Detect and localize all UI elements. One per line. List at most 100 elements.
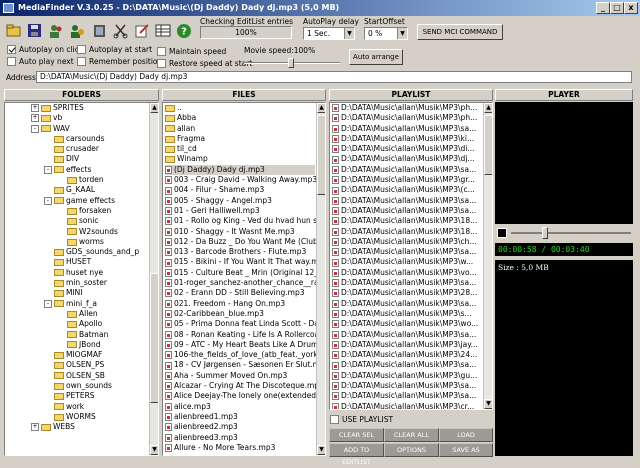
- auto-play-next-checkbox[interactable]: Auto play next: [7, 56, 74, 67]
- playlist-item[interactable]: D:\DATA\Music\allan\Musik\MP3\sa...: [332, 330, 482, 340]
- playlist-item[interactable]: D:\DATA\Music\allan\Musik\MP3\ch...: [332, 237, 482, 247]
- playlist-item[interactable]: D:\DATA\Music\allan\Musik\MP3\sa...: [332, 196, 482, 206]
- folder-item[interactable]: huset nye: [5, 268, 149, 278]
- file-item[interactable]: 18 - CV Jørgensen - Sæsonen Er Slut.mp3: [165, 360, 325, 370]
- folder-item[interactable]: G_KAAL: [5, 185, 149, 195]
- file-item[interactable]: 106-the_fields_of_love_(atb_feat._york)-…: [165, 350, 325, 360]
- playlist-list[interactable]: D:\DATA\Music\allan\Musik\MP3\ph... D:\DA…: [329, 102, 493, 410]
- playlist-item[interactable]: D:\DATA\Music\allan\Musik\MP3\vo...: [332, 268, 482, 278]
- folder-item[interactable]: Batman: [5, 330, 149, 340]
- stop-icon[interactable]: [497, 228, 507, 238]
- playlist-item[interactable]: D:\DATA\Music\allan\Musik\MP3\gu...: [332, 371, 482, 381]
- autoplay-on-click-checkbox[interactable]: Autoplay on click: [7, 44, 83, 55]
- file-item[interactable]: 01 - Geri Halliwell.mp3: [165, 206, 315, 216]
- playlist-item[interactable]: D:\DATA\Music\allan\Musik\MP3\jay...: [332, 340, 482, 350]
- collapse-icon[interactable]: -: [44, 165, 52, 174]
- save-as-button[interactable]: SAVE AS: [439, 443, 493, 457]
- folder-item[interactable]: OLSEN_SB: [5, 371, 149, 381]
- file-item[interactable]: 09 - ATC - My Heart Beats Like A Drum...: [165, 340, 325, 350]
- movie-speed-slider[interactable]: [244, 58, 340, 68]
- folder-item[interactable]: WORMS: [5, 412, 149, 422]
- slider-thumb[interactable]: [541, 227, 548, 239]
- file-item[interactable]: 015 - Bikini - If You Want It That way.m…: [165, 257, 325, 267]
- playlist-item[interactable]: D:\DATA\Music\allan\Musik\MP3\ph...: [332, 113, 482, 123]
- file-item[interactable]: alienbreed3.mp3: [165, 433, 315, 443]
- collapse-icon[interactable]: -: [44, 299, 52, 308]
- folder-item[interactable]: - game effects: [5, 196, 149, 206]
- folder-item[interactable]: JBond: [5, 340, 149, 350]
- folder-item[interactable]: ..: [165, 103, 315, 113]
- folder-item[interactable]: MIOGMAF: [5, 350, 149, 360]
- file-item[interactable]: Allure - No More Tears.mp3: [165, 443, 315, 453]
- folder-item[interactable]: worms: [5, 237, 149, 247]
- expand-icon[interactable]: +: [31, 114, 39, 123]
- file-item[interactable]: 012 - Da Buzz _ Do You Want Me (Club ...: [165, 237, 325, 247]
- expand-icon[interactable]: +: [31, 423, 39, 432]
- expand-icon[interactable]: +: [31, 104, 39, 113]
- slider-thumb[interactable]: [288, 58, 294, 68]
- cut-icon[interactable]: [113, 23, 129, 39]
- folder-item[interactable]: own_sounds: [5, 381, 149, 391]
- file-item[interactable]: 003 - Craig David - Walking Away.mp3: [165, 175, 317, 185]
- scroll-down-icon[interactable]: ▼: [150, 445, 158, 455]
- folder-item[interactable]: HUSET: [5, 257, 149, 267]
- file-item[interactable]: alice.mp3: [165, 402, 315, 412]
- folder-item[interactable]: forsaken: [5, 206, 149, 216]
- use-playlist-checkbox[interactable]: USE PLAYLIST: [330, 414, 393, 425]
- auto-arrange-button[interactable]: Auto arrange: [349, 49, 403, 65]
- scroll-down-icon[interactable]: ▼: [484, 399, 492, 409]
- options-button[interactable]: OPTIONS: [384, 443, 439, 457]
- scroll-thumb[interactable]: [484, 115, 492, 175]
- file-item[interactable]: 05 - Prima Donna feat Linda Scott - Dam.…: [165, 319, 325, 329]
- folder-item[interactable]: crusader: [5, 144, 149, 154]
- playlist-item[interactable]: D:\DATA\Music\allan\Musik\MP3\gr...: [332, 175, 482, 185]
- save-icon[interactable]: [27, 23, 43, 39]
- folder-item[interactable]: Winamp: [165, 154, 315, 164]
- folder-item[interactable]: W2sounds: [5, 227, 149, 237]
- file-item[interactable]: Aha - Summer Moved On.mp3: [165, 371, 315, 381]
- folder-item[interactable]: work: [5, 402, 149, 412]
- folder-open-icon[interactable]: [6, 23, 22, 39]
- file-item[interactable]: 010 - Shaggy - It Wasnt Me.mp3: [165, 227, 315, 237]
- help-icon[interactable]: ?: [176, 23, 192, 39]
- folder-item[interactable]: + WEBS: [5, 422, 149, 432]
- address-input[interactable]: D:\DATA\Music\(Dj Daddy) Dady dj.mp3: [36, 71, 632, 83]
- file-item[interactable]: (Dj Daddy) Dady dj.mp3: [165, 164, 315, 176]
- folder-item[interactable]: MINI: [5, 288, 149, 298]
- folder-item[interactable]: PETERS: [5, 391, 149, 401]
- playlist-item[interactable]: D:\DATA\Music\allan\Musik\MP3\sa...: [332, 381, 482, 391]
- scroll-up-icon[interactable]: ▲: [150, 103, 158, 113]
- scroll-thumb[interactable]: [317, 115, 325, 195]
- restore-speed-checkbox[interactable]: Restore speed at start: [157, 58, 252, 69]
- folder-item[interactable]: allan: [165, 124, 315, 134]
- scroll-up-icon[interactable]: ▲: [317, 103, 325, 113]
- folders-tree[interactable]: + SPRITES + vb - WAV carsounds crusader DIV - effe…: [4, 102, 159, 456]
- scroll-down-icon[interactable]: ▼: [317, 445, 325, 455]
- minimize-button[interactable]: _: [596, 2, 610, 14]
- file-item[interactable]: Alice Deejay-The lonely one(extended ver…: [165, 391, 325, 401]
- folder-item[interactable]: carsounds: [5, 134, 149, 144]
- clear-all-button[interactable]: CLEAR ALL: [384, 428, 439, 442]
- position-slider[interactable]: [495, 226, 633, 241]
- film-icon[interactable]: [92, 23, 108, 39]
- playlist-item[interactable]: D:\DATA\Music\allan\Musik\MP3\w...: [332, 257, 482, 267]
- playlist-scrollbar[interactable]: ▲ ▼: [483, 103, 492, 409]
- playlist-item[interactable]: D:\DATA\Music\allan\Musik\MP3\(c...: [332, 185, 482, 195]
- folder-item[interactable]: DIV: [5, 154, 149, 164]
- playlist-item[interactable]: D:\DATA\Music\allan\Musik\MP3\sa...: [332, 124, 482, 134]
- file-item[interactable]: alienbreed2.mp3: [165, 422, 315, 432]
- file-item[interactable]: 015 - Culture Beat _ Mrin (Original 12_)…: [165, 268, 325, 278]
- folder-item[interactable]: Fragma: [165, 134, 315, 144]
- folder-item[interactable]: - mini_f_a: [5, 299, 149, 309]
- folder-item[interactable]: GDS_sounds_and_p: [5, 247, 149, 257]
- folder-item[interactable]: til_cd: [165, 144, 315, 154]
- file-item[interactable]: 013 - Barcode Brothers - Flute.mp3: [165, 247, 315, 257]
- folders-scrollbar[interactable]: ▲ ▼: [149, 103, 158, 455]
- folder-item[interactable]: OLSEN_PS: [5, 360, 149, 370]
- playlist-item[interactable]: D:\DATA\Music\allan\Musik\MP3\sa...: [332, 247, 482, 257]
- scroll-up-icon[interactable]: ▲: [484, 103, 492, 113]
- scroll-thumb[interactable]: [150, 273, 158, 403]
- playlist-item[interactable]: D:\DATA\Music\allan\Musik\MP3\ph...: [332, 103, 482, 113]
- folder-item[interactable]: sonic: [5, 216, 149, 226]
- files-list[interactable]: .. Abba allan Fragma til_cd Winamp (Dj Daddy) …: [162, 102, 326, 456]
